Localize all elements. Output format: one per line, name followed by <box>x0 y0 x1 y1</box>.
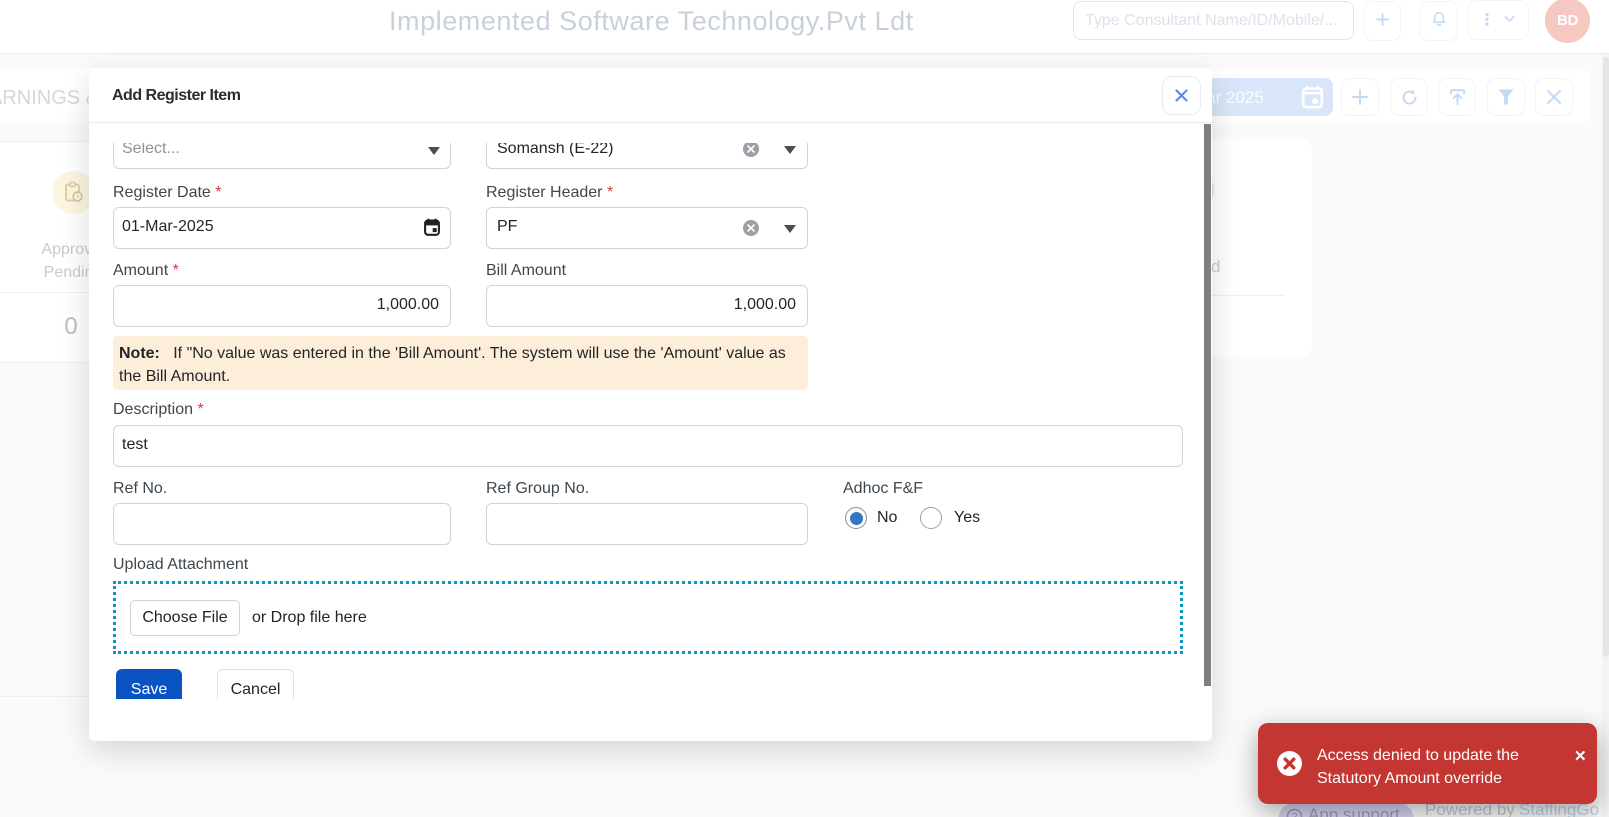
svg-text:?: ? <box>1292 812 1298 817</box>
